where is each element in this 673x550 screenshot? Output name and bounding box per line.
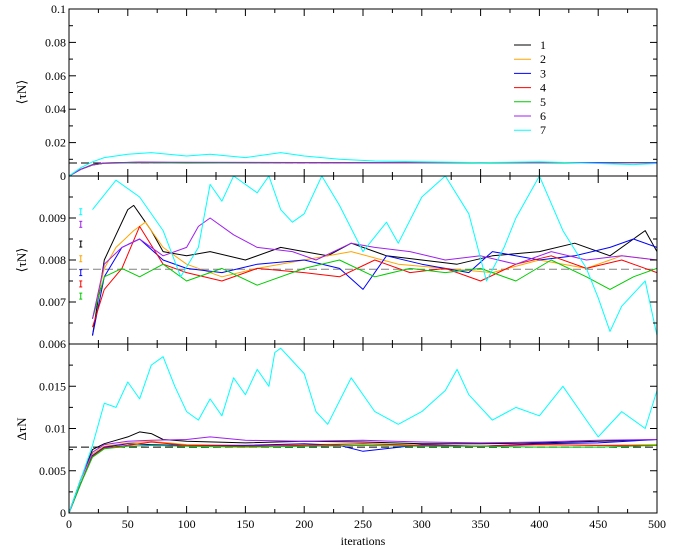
middle-error-bar-6 xyxy=(79,220,83,228)
middle-ytick-label: 0.007 xyxy=(39,295,66,309)
bottom-series-5 xyxy=(69,444,657,513)
legend-label-1: 1 xyxy=(540,38,546,52)
panel-bottom-axes: 00.0050.010.015 xyxy=(39,343,658,520)
top-ytick-label: 0.02 xyxy=(45,136,66,150)
x-axis-label: iterations xyxy=(341,534,386,548)
middle-frame xyxy=(68,175,658,345)
legend-label-6: 6 xyxy=(540,109,546,123)
middle-error-bar-7 xyxy=(79,208,83,216)
bottom-ytick-label: 0.005 xyxy=(39,464,66,478)
bottom-series-7 xyxy=(69,347,657,513)
bottom-series-4 xyxy=(69,441,657,513)
x-tick-label: 450 xyxy=(589,517,607,531)
top-ytick-label: 0.1 xyxy=(51,2,66,16)
top-ytick-label: 0 xyxy=(60,169,66,183)
x-tick-label: 300 xyxy=(413,517,431,531)
x-tick-label: 400 xyxy=(530,517,548,531)
x-tick-label: 0 xyxy=(66,517,72,531)
middle-series-3 xyxy=(92,238,657,336)
bottom-ytick-label: 0.015 xyxy=(39,379,66,393)
panel-middle-lines xyxy=(69,176,657,336)
middle-ytick-label: 0.009 xyxy=(39,211,66,225)
legend-label-2: 2 xyxy=(540,52,546,66)
bottom-series-3 xyxy=(69,439,657,513)
x-tick-label: 350 xyxy=(472,517,490,531)
panel-middle-ylabel: ⟨τN⟩ xyxy=(14,248,29,273)
chart-figure: 00.020.040.060.080.1 ⟨τN⟩ 1234567 0.0060… xyxy=(14,2,666,548)
panel-bottom: 00.0050.010.015 ΔτN xyxy=(14,343,658,520)
middle-error-bar-1 xyxy=(79,240,83,248)
x-tick-label: 200 xyxy=(295,517,313,531)
panel-bottom-lines xyxy=(69,347,657,513)
x-tick-label: 500 xyxy=(648,517,666,531)
panel-top-axes: 0 0.02 0.04 0.06 0.08 0.1 xyxy=(45,2,658,183)
middle-error-bar-2 xyxy=(79,255,83,263)
middle-error-bar-4 xyxy=(79,280,83,288)
top-frame xyxy=(68,8,658,177)
panel-top: 0 0.02 0.04 0.06 0.08 0.1 ⟨τN⟩ 1234567 xyxy=(14,2,658,183)
legend: 1234567 xyxy=(514,38,546,137)
bottom-frame xyxy=(68,343,658,514)
middle-error-bar-3 xyxy=(79,269,83,277)
top-ytick-label: 0.04 xyxy=(45,102,66,116)
x-tick-label: 250 xyxy=(354,517,372,531)
x-tick-label: 100 xyxy=(178,517,196,531)
legend-label-7: 7 xyxy=(540,123,546,137)
x-tick-label: 150 xyxy=(236,517,254,531)
bottom-ytick-label: 0.01 xyxy=(45,422,66,436)
bottom-series-2 xyxy=(69,440,657,513)
panel-top-ylabel: ⟨τN⟩ xyxy=(14,80,29,105)
panel-middle: 0.006 0.007 0.008 0.009 ⟨τN⟩ xyxy=(14,175,658,351)
bottom-series-6 xyxy=(69,436,657,513)
panel-bottom-ylabel: ΔτN xyxy=(14,417,29,441)
middle-ytick-label: 0.006 xyxy=(39,337,66,351)
top-ytick-label: 0.08 xyxy=(45,35,66,49)
middle-ytick-label: 0.008 xyxy=(39,253,66,267)
legend-label-3: 3 xyxy=(540,66,546,80)
middle-error-bar-5 xyxy=(79,292,83,300)
legend-label-5: 5 xyxy=(540,95,546,109)
x-tick-label: 50 xyxy=(122,517,134,531)
top-ytick-label: 0.06 xyxy=(45,69,66,83)
x-axis-ticks: 0 50 100 150 200 250 300 350 400 450 500 xyxy=(66,517,666,531)
legend-label-4: 4 xyxy=(540,81,546,95)
